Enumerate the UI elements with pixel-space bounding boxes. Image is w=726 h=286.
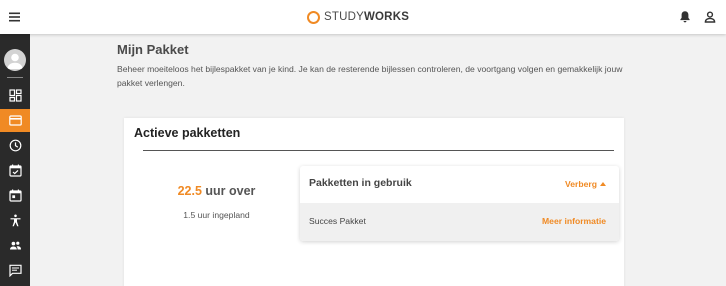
calendar-check-icon xyxy=(8,164,22,177)
sidebar-item-planned[interactable] xyxy=(0,159,30,182)
sidebar-item-group[interactable] xyxy=(0,234,30,257)
active-packages-card: Actieve pakketten 22.5 uur over 1.5 uur … xyxy=(124,118,624,286)
hours-left: 22.5 uur over xyxy=(124,184,309,198)
logo-text: STUDYWORKS xyxy=(324,11,409,23)
chevron-up-icon xyxy=(600,182,606,186)
sidebar-item-history[interactable] xyxy=(0,134,30,157)
sidebar-item-calendar[interactable] xyxy=(0,184,30,207)
logo-text-suffix: WORKS xyxy=(363,11,410,23)
card-title: Actieve pakketten xyxy=(134,126,241,140)
hide-toggle-label: Verberg xyxy=(564,179,597,189)
card-divider xyxy=(143,150,614,151)
packages-panel-header: Pakketten in gebruik Verberg xyxy=(300,166,619,203)
avatar[interactable] xyxy=(4,49,26,71)
sidebar-item-messages[interactable] xyxy=(0,259,30,282)
dashboard-icon xyxy=(8,89,22,102)
studyworks-logo[interactable]: STUDYWORKS xyxy=(307,9,409,25)
menu-icon[interactable] xyxy=(6,8,24,26)
hours-left-value: 22.5 xyxy=(177,184,202,198)
calendar-icon xyxy=(8,189,22,202)
page-description: Beheer moeiteloos het bijlespakket van j… xyxy=(117,64,623,88)
user-icon[interactable] xyxy=(702,9,718,25)
more-info-link[interactable]: Meer informatie xyxy=(542,216,606,226)
bell-icon[interactable] xyxy=(677,9,693,25)
chat-icon xyxy=(8,264,22,277)
hide-toggle-button[interactable]: Verberg xyxy=(565,179,606,189)
group-icon xyxy=(9,241,21,250)
sidebar-divider xyxy=(7,77,23,78)
logo-ring-icon xyxy=(307,10,320,24)
package-row: Succes Pakket Meer informatie xyxy=(300,203,619,241)
logo-text-prefix: STUDY xyxy=(324,11,364,23)
sidebar-item-dashboard[interactable] xyxy=(0,84,30,107)
package-name: Succes Pakket xyxy=(309,216,366,226)
accessibility-icon xyxy=(10,214,20,227)
packages-in-use-panel: Pakketten in gebruik Verberg Succes Pakk… xyxy=(300,166,619,241)
clock-icon xyxy=(9,139,21,152)
packages-panel-title: Pakketten in gebruik xyxy=(309,177,412,189)
package-card-icon xyxy=(8,115,22,126)
hours-left-suffix: uur over xyxy=(201,184,256,198)
sidebar xyxy=(0,34,30,286)
sidebar-item-package[interactable] xyxy=(0,109,30,132)
hours-planned: 1.5 uur ingepland xyxy=(183,210,250,220)
top-bar: STUDYWORKS xyxy=(0,0,726,34)
page-title: Mijn Pakket xyxy=(117,42,189,57)
sidebar-item-accessibility[interactable] xyxy=(0,209,30,232)
